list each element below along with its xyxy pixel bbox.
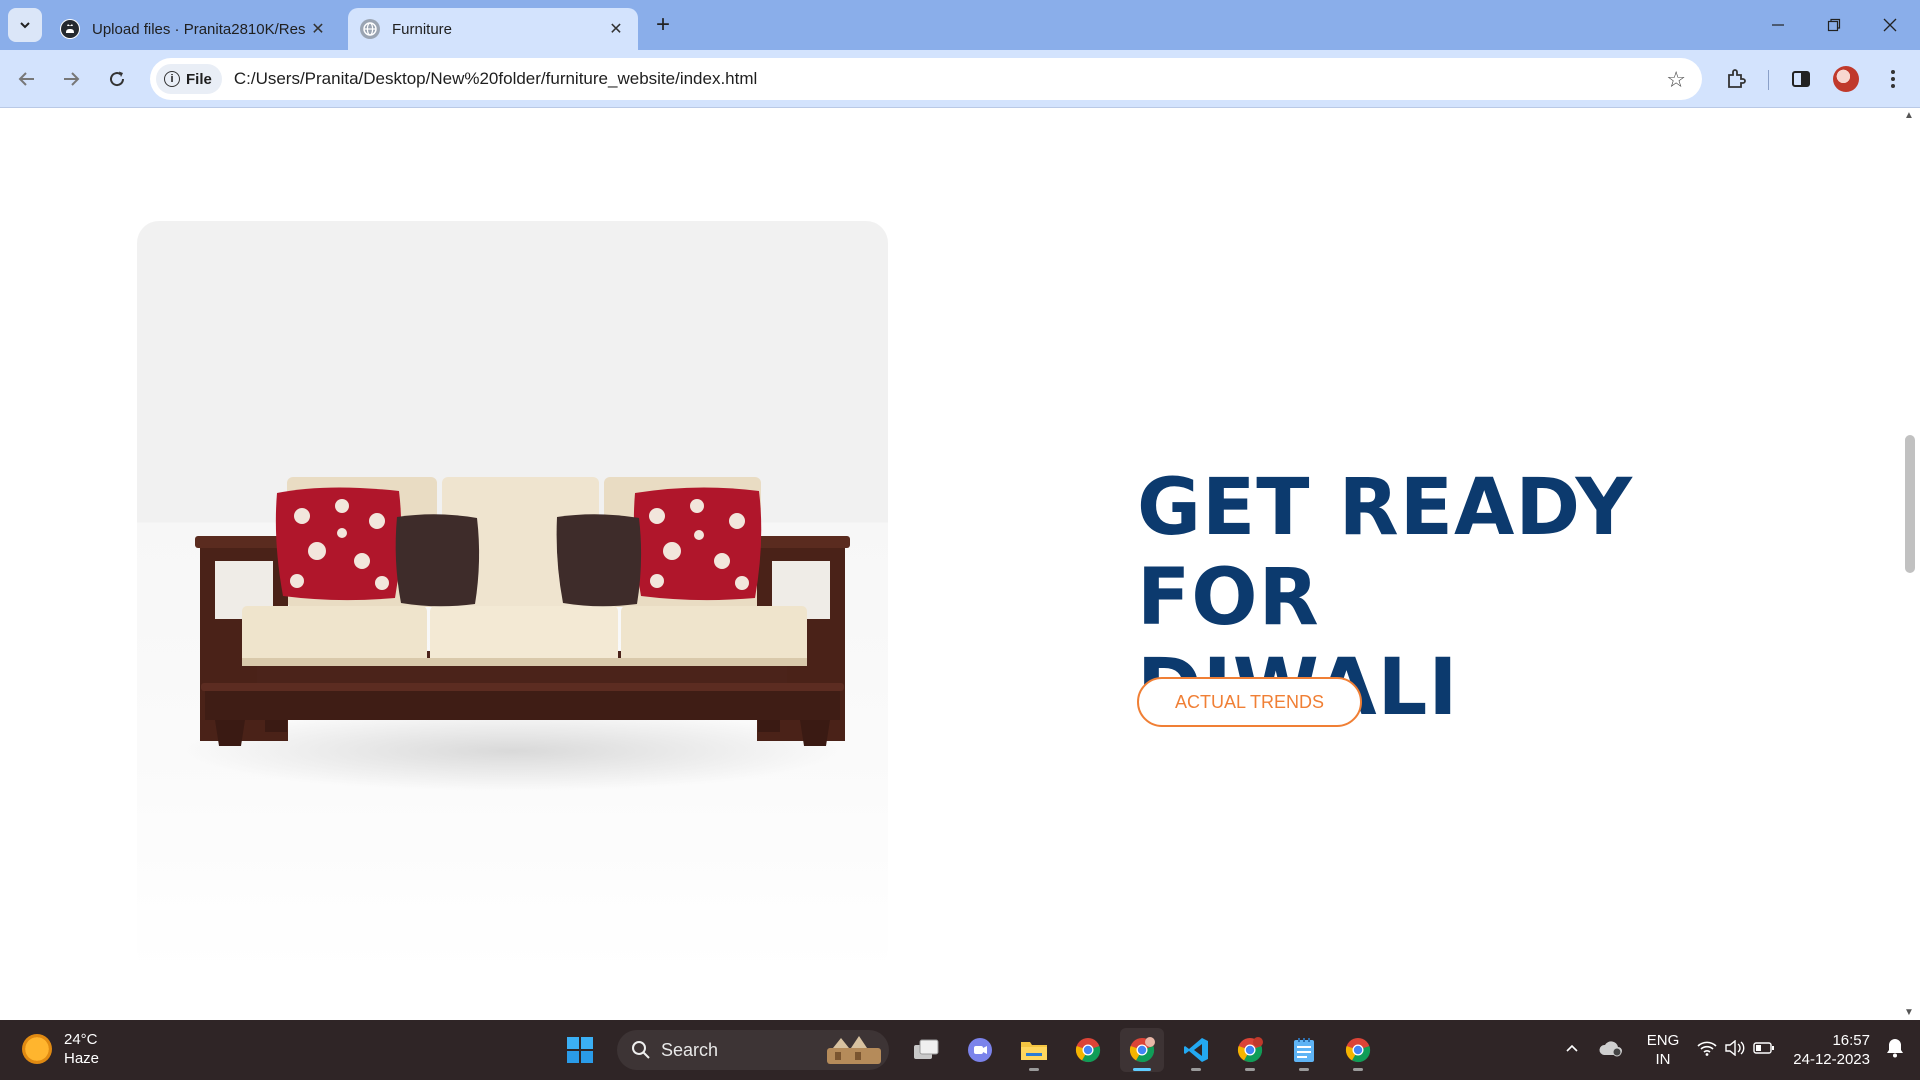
tab-title: Furniture [392,20,453,38]
site-info-chip[interactable]: i File [156,64,222,94]
url-text[interactable]: C:/Users/Pranita/Desktop/New%20folder/fu… [234,69,757,89]
tab-furniture[interactable]: Furniture ✕ [348,8,638,50]
weather-condition: Haze [64,1050,100,1067]
back-arrow-icon[interactable] [12,64,42,94]
search-icon [632,1041,650,1059]
close-tab-icon[interactable]: ✕ [308,19,328,39]
weather-widget[interactable]: 24°C Haze [22,1030,99,1068]
hero-image-card [137,221,888,973]
hero-heading-line1: GET READY FOR [1137,463,1633,643]
weather-temp: 24°C [64,1031,98,1048]
chrome-profile-active-icon[interactable] [1120,1028,1164,1072]
task-view-icon[interactable] [904,1028,948,1072]
site-info-label: File [186,70,212,88]
onedrive-cloud-icon[interactable] [1598,1039,1624,1062]
chevron-down-icon [20,22,30,29]
scroll-down-arrow-icon[interactable]: ▼ [1904,1007,1914,1018]
address-bar[interactable]: i File C:/Users/Pranita/Desktop/New%20fo… [150,58,1702,100]
language-line2: IN [1655,1051,1671,1068]
page-scrollbar[interactable]: ▲ ▼ [1900,108,1920,1020]
chevron-up-icon[interactable] [1564,1040,1580,1061]
windows-taskbar: 24°C Haze Search ENG IN 16:57 24-12-2023 [0,1020,1920,1080]
wifi-icon[interactable] [1697,1040,1717,1061]
vscode-icon[interactable] [1174,1028,1218,1072]
scrollbar-thumb[interactable] [1905,435,1915,573]
github-icon [60,19,80,39]
notepad-icon[interactable] [1282,1028,1326,1072]
minimize-icon[interactable] [1758,10,1798,40]
volume-icon[interactable] [1725,1039,1745,1061]
search-placeholder: Search [661,1039,719,1060]
forward-arrow-icon[interactable] [56,64,86,94]
page-viewport: GET READY FOR DIWALI ACTUAL TRENDS [0,108,1920,1020]
toolbar-divider [1768,70,1769,90]
tab-upload-files[interactable]: Upload files · Pranita2810K/Res ✕ [48,8,340,50]
restore-icon[interactable] [1814,10,1854,40]
search-highlight-image-icon [827,1036,881,1064]
tab-search-button[interactable] [8,8,42,42]
language-line1: ENG [1646,1032,1680,1049]
windows-start-icon[interactable] [558,1028,602,1072]
new-tab-button[interactable]: + [650,11,676,38]
profile-avatar[interactable] [1833,66,1859,92]
language-indicator[interactable]: ENG IN [1647,1031,1680,1069]
clock[interactable]: 16:57 24-12-2023 [1793,1031,1870,1069]
tab-strip: Upload files · Pranita2810K/Res ✕ Furnit… [0,0,1920,50]
teams-chat-icon[interactable] [958,1028,1002,1072]
taskbar-search-box[interactable]: Search [617,1030,889,1070]
battery-icon[interactable] [1753,1041,1775,1060]
reload-icon[interactable] [102,64,132,94]
notification-bell-icon[interactable] [1886,1038,1904,1063]
actual-trends-button[interactable]: ACTUAL TRENDS [1137,677,1362,727]
browser-toolbar: i File C:/Users/Pranita/Desktop/New%20fo… [0,50,1920,108]
extensions-icon[interactable] [1721,64,1751,94]
globe-icon [360,19,380,39]
file-explorer-icon[interactable] [1012,1028,1056,1072]
system-tray: ENG IN 16:57 24-12-2023 [1555,1020,1920,1080]
sofa-image [182,477,850,791]
chrome-secondary-icon[interactable] [1336,1028,1380,1072]
menu-kebab-icon[interactable] [1878,64,1908,94]
scroll-up-arrow-icon[interactable]: ▲ [1904,110,1914,121]
close-window-icon[interactable] [1870,10,1910,40]
info-icon: i [164,71,180,87]
clock-date: 24-12-2023 [1793,1051,1870,1068]
tab-title: Upload files · Pranita2810K/Res [92,20,306,38]
taskbar-apps: Search [553,1028,1385,1072]
chrome-profile-icon[interactable] [1228,1028,1272,1072]
haze-sun-icon [22,1034,52,1064]
clock-time: 16:57 [1832,1032,1870,1049]
side-panel-icon[interactable] [1786,64,1816,94]
close-tab-icon[interactable]: ✕ [606,19,626,39]
bookmark-star-icon[interactable]: ☆ [1666,67,1686,93]
chrome-icon[interactable] [1066,1028,1110,1072]
